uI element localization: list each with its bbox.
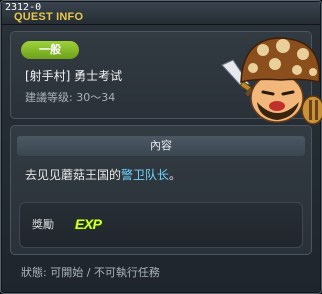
mushroom-warrior-icon: [221, 37, 322, 125]
reward-label: 獎勵: [32, 218, 54, 231]
quest-summary-panel: 一般 [射手村] 勇士考试 建議等级: 30～34: [10, 31, 322, 125]
description-end: 。: [169, 168, 182, 182]
quest-status: 狀態: 可開始 / 不可執行任務: [21, 266, 160, 279]
recommended-level: 建議等级: 30～34: [25, 91, 116, 104]
quest-info-window: 2312-0 QUEST INFO 一般 [射手村] 勇士考试 建議等级: 30…: [0, 0, 322, 294]
quest-name: [射手村] 勇士考试: [25, 69, 123, 83]
exp-reward-icon[interactable]: EXP: [75, 216, 102, 232]
quest-description: 去见见蘑菇王国的警卫队长。: [25, 168, 181, 183]
title-bar[interactable]: 2312-0 QUEST INFO: [2, 2, 320, 25]
shield-icon: [301, 95, 322, 125]
npc-link[interactable]: 警卫队长: [121, 168, 169, 182]
reward-box: 獎勵 EXP: [19, 202, 303, 248]
category-badge: 一般: [21, 41, 79, 59]
content-header: 內容: [17, 136, 305, 156]
quest-content-panel: 內容 去见见蘑菇王国的警卫队长。 獎勵 EXP: [10, 125, 312, 255]
window-title: QUEST INFO: [14, 11, 84, 23]
description-text: 去见见蘑菇王国的: [25, 168, 122, 182]
